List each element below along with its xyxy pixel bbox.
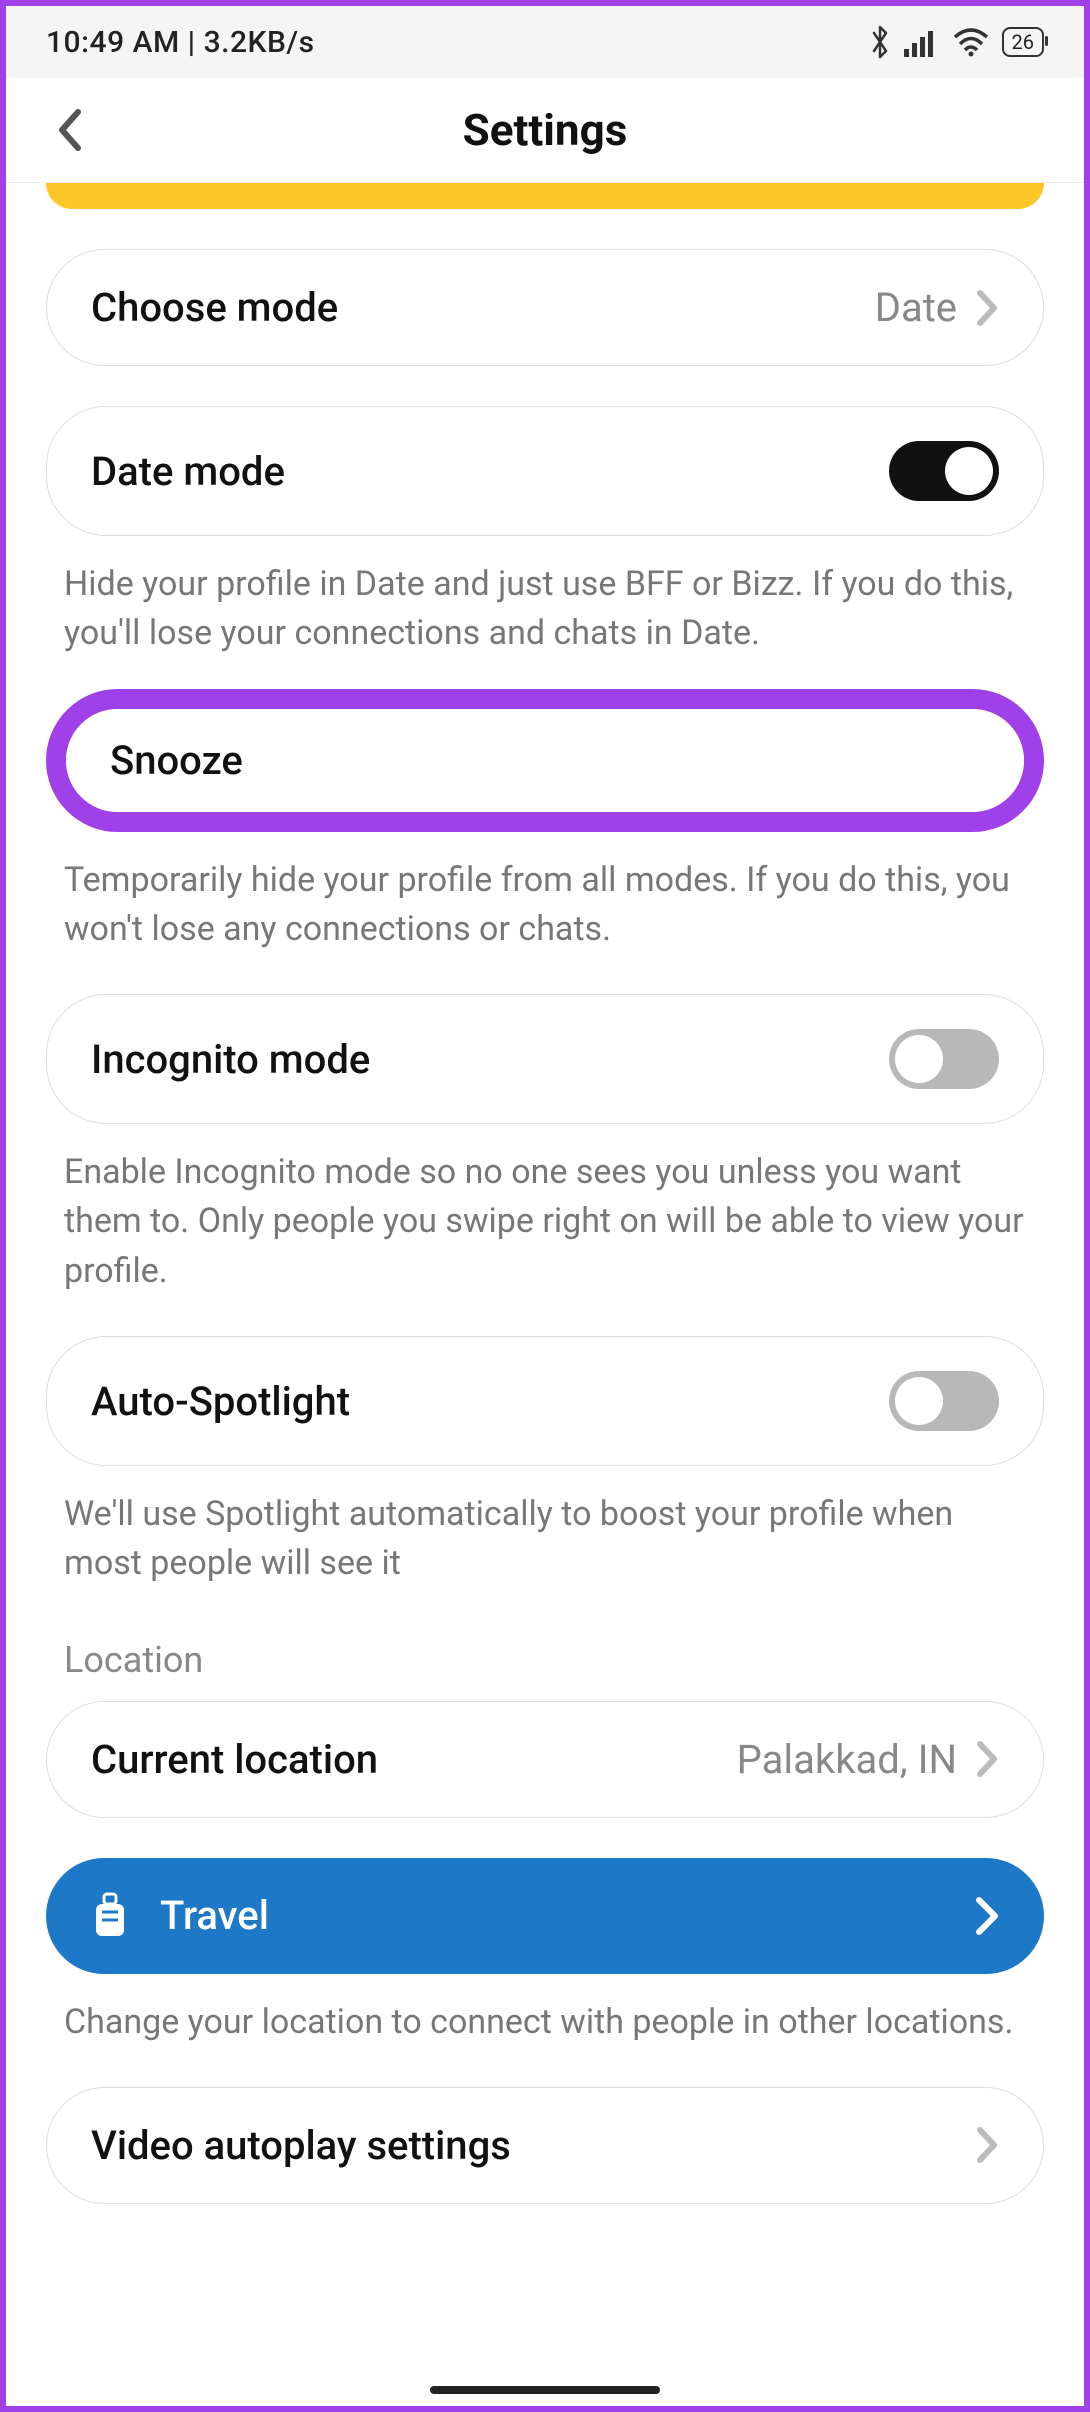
choose-mode-row[interactable]: Choose mode Date [46,249,1044,366]
snooze-highlight: Snooze [46,689,1044,832]
choose-mode-label: Choose mode [91,284,338,331]
yellow-banner-strip [46,183,1044,209]
video-autoplay-row[interactable]: Video autoplay settings [46,2087,1044,2204]
incognito-toggle[interactable] [889,1029,999,1089]
battery-icon: 26 [1002,27,1044,57]
cellular-signal-icon [904,27,940,57]
status-time-net: 10:49 AM | 3.2KB/s [46,25,315,60]
choose-mode-value: Date [875,284,957,331]
video-autoplay-label: Video autoplay settings [91,2122,511,2169]
date-mode-toggle[interactable] [889,441,999,501]
chevron-right-icon [975,1740,999,1778]
current-location-value: Palakkad, IN [737,1736,957,1783]
travel-row[interactable]: Travel [46,1858,1044,1974]
auto-spotlight-help: We'll use Spotlight automatically to boo… [46,1466,1044,1589]
nav-header: Settings [6,78,1084,183]
status-right: 26 [868,24,1044,60]
travel-help: Change your location to connect with peo… [46,1974,1044,2047]
luggage-icon [90,1892,130,1940]
incognito-label: Incognito mode [91,1036,370,1083]
date-mode-help: Hide your profile in Date and just use B… [46,536,1044,659]
snooze-row[interactable]: Snooze [66,709,1024,812]
snooze-help: Temporarily hide your profile from all m… [46,832,1044,955]
auto-spotlight-row[interactable]: Auto-Spotlight [46,1336,1044,1466]
chevron-right-icon [975,2126,999,2164]
date-mode-label: Date mode [91,448,285,495]
snooze-label: Snooze [110,737,243,784]
auto-spotlight-toggle[interactable] [889,1371,999,1431]
incognito-row[interactable]: Incognito mode [46,994,1044,1124]
current-location-label: Current location [91,1736,378,1783]
home-indicator[interactable] [430,2386,660,2394]
wifi-icon [952,27,990,57]
auto-spotlight-label: Auto-Spotlight [91,1378,350,1425]
chevron-right-icon [975,289,999,327]
page-title: Settings [463,104,628,156]
travel-label: Travel [160,1892,269,1939]
current-location-row[interactable]: Current location Palakkad, IN [46,1701,1044,1818]
bluetooth-icon [868,24,892,60]
incognito-help: Enable Incognito mode so no one sees you… [46,1124,1044,1296]
date-mode-row[interactable]: Date mode [46,406,1044,536]
location-section-label: Location [46,1589,1044,1681]
chevron-right-icon [974,1896,1000,1936]
back-button[interactable] [56,108,84,152]
status-bar: 10:49 AM | 3.2KB/s 26 [6,6,1084,78]
